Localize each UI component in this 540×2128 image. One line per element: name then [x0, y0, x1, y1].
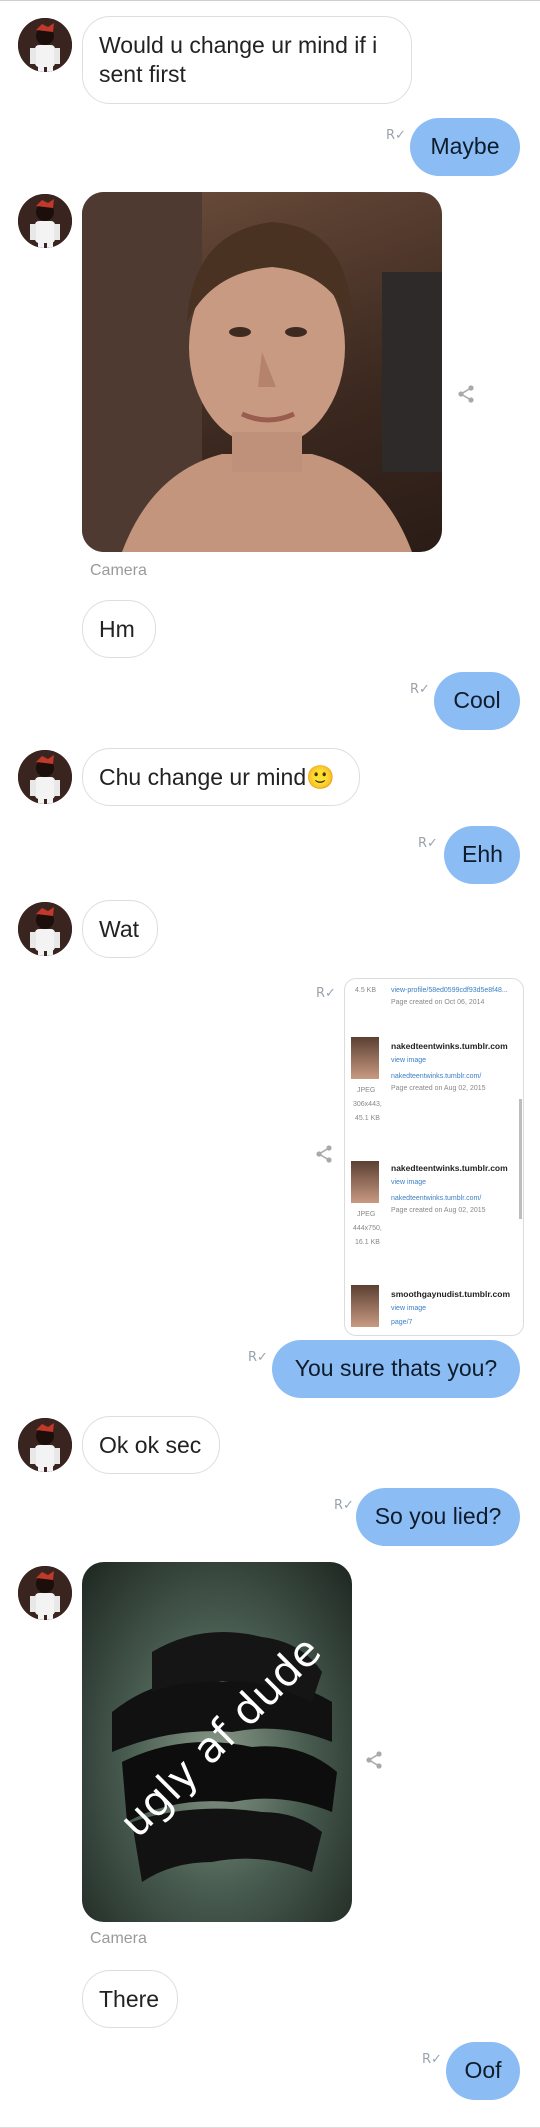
shared-photo[interactable]: [82, 192, 442, 552]
incoming-message[interactable]: There: [82, 1970, 178, 2028]
result-url: nakedteentwinks.tumblr.com/: [391, 1195, 482, 1202]
contact-avatar[interactable]: [18, 902, 72, 956]
avatar-image: [18, 194, 72, 248]
photo-portrait: [82, 192, 442, 552]
result-view-link: view image: [391, 1305, 427, 1312]
result-created: Page created on Oct 06, 2014: [391, 999, 485, 1006]
read-receipt-icon: R✓: [334, 1498, 354, 1513]
outgoing-message[interactable]: Maybe: [410, 118, 520, 176]
result-view-link: view image: [391, 1179, 427, 1186]
photo-caption: Camera: [90, 562, 147, 579]
result-site: smoothgaynudist.tumblr.com: [391, 1289, 511, 1299]
read-receipt-icon: R✓: [386, 128, 406, 143]
result-created: Page created on Aug 02, 2015: [391, 1207, 486, 1214]
incoming-message[interactable]: Hm: [82, 600, 156, 658]
result-thumbnail: [351, 1161, 379, 1203]
incoming-message[interactable]: Chu change ur mind🙂: [82, 748, 360, 806]
result-thumbnail: [351, 1037, 379, 1079]
read-receipt-icon: R✓: [422, 2052, 442, 2067]
avatar-image: [18, 902, 72, 956]
result-link: view-profile/58ed0599cdf93d5e8f48...: [391, 987, 508, 994]
read-receipt-icon: R✓: [248, 1350, 268, 1365]
avatar-image: [18, 1418, 72, 1472]
result-type: JPEG: [357, 1087, 376, 1094]
result-size: 16.1 KB: [355, 1239, 380, 1246]
result-site: nakedteentwinks.tumblr.com: [391, 1163, 508, 1173]
result-created: Page created on Aug 02, 2015: [391, 1085, 486, 1092]
result-dims: 306x443,: [353, 1101, 382, 1108]
top-divider: [0, 0, 540, 1]
share-icon[interactable]: [456, 384, 476, 404]
smile-emoji-icon: 🙂: [306, 765, 335, 791]
photo-caption: Camera: [90, 1930, 147, 1947]
result-url: page/7: [391, 1319, 413, 1326]
result-view-link: view image: [391, 1057, 427, 1064]
result-size: 4.5 KB: [355, 987, 377, 994]
share-icon[interactable]: [314, 1144, 334, 1164]
shared-photo[interactable]: ugly af dude: [82, 1562, 352, 1922]
avatar-image: [18, 1566, 72, 1620]
contact-avatar[interactable]: [18, 18, 72, 72]
share-icon[interactable]: [364, 1750, 384, 1770]
outgoing-message[interactable]: Cool: [434, 672, 520, 730]
contact-avatar[interactable]: [18, 750, 72, 804]
incoming-message[interactable]: Wat: [82, 900, 158, 958]
contact-avatar[interactable]: [18, 1566, 72, 1620]
result-dims: 444x750,: [353, 1225, 382, 1232]
read-receipt-icon: R✓: [410, 682, 430, 697]
result-thumbnail: [351, 1285, 379, 1327]
contact-avatar[interactable]: [18, 194, 72, 248]
outgoing-message[interactable]: Ehh: [444, 826, 520, 884]
avatar-image: [18, 750, 72, 804]
incoming-message[interactable]: Ok ok sec: [82, 1416, 220, 1474]
message-text: Chu change ur mind: [99, 764, 307, 790]
outgoing-message[interactable]: Oof: [446, 2042, 520, 2100]
result-url: nakedteentwinks.tumblr.com/: [391, 1073, 482, 1080]
search-results-screenshot[interactable]: 4.5 KB view-profile/58ed0599cdf93d5e8f48…: [344, 978, 524, 1336]
incoming-message[interactable]: Would u change ur mind if i sent first: [82, 16, 412, 104]
avatar-image: [18, 18, 72, 72]
read-receipt-icon: R✓: [316, 986, 336, 1001]
read-receipt-icon: R✓: [418, 836, 438, 851]
result-type: JPEG: [357, 1211, 376, 1218]
result-site: nakedteentwinks.tumblr.com: [391, 1041, 508, 1051]
outgoing-message[interactable]: So you lied?: [356, 1488, 520, 1546]
outgoing-message[interactable]: You sure thats you?: [272, 1340, 520, 1398]
result-size: 45.1 KB: [355, 1115, 380, 1122]
scrollbar: [519, 1099, 522, 1219]
contact-avatar[interactable]: [18, 1418, 72, 1472]
